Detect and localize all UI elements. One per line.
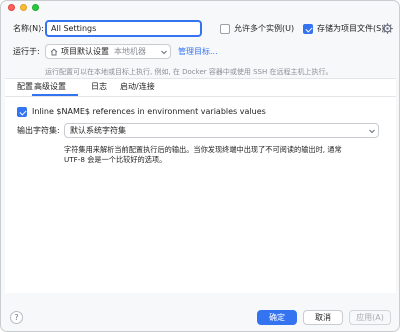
gear-icon[interactable] (382, 23, 393, 34)
tab-logs[interactable]: 日志 (91, 81, 107, 93)
help-button[interactable]: ? (10, 311, 23, 324)
apply-button[interactable]: 应用(A) (349, 310, 391, 325)
store-as-project-file-checkbox[interactable] (303, 24, 313, 34)
home-icon (50, 48, 58, 56)
run-target-dropdown[interactable]: 项目默认设置 本地机器 (45, 44, 171, 59)
title-bar (1, 1, 399, 17)
allow-multiple-label[interactable]: 允许多个实例(U) (234, 23, 294, 35)
tab-startup-connection[interactable]: 启动/连接 (120, 81, 155, 93)
output-charset-description-line2: UTF-8 会是一个比较好的选项。 (64, 155, 167, 164)
run-on-label: 运行于: (13, 47, 40, 56)
cancel-button[interactable]: 取消 (303, 310, 343, 325)
allow-multiple-checkbox[interactable] (220, 24, 230, 34)
run-target-sub-value: 本地机器 (114, 47, 146, 56)
output-charset-dropdown[interactable]: 默认系统字符集 (64, 123, 379, 138)
chevron-down-icon (161, 50, 167, 55)
inline-name-references-label[interactable]: Inline $NAME$ references in environment … (32, 106, 266, 118)
chevron-down-icon (369, 129, 375, 134)
run-configuration-dialog: 名称(N): All Settings 允许多个实例(U) 存储为项目文件(S)… (0, 0, 400, 332)
tab-configuration[interactable]: 配置 (17, 81, 33, 93)
run-on-hint: 运行配置可以在本地或目标上执行, 例如, 在 Docker 容器中或使用 SSH… (45, 68, 333, 76)
close-window-button[interactable] (8, 4, 15, 11)
tab-advanced-settings[interactable]: 高级设置 (34, 81, 66, 93)
name-input[interactable]: All Settings (45, 20, 202, 37)
store-as-project-file-label[interactable]: 存储为项目文件(S) (317, 23, 384, 35)
maximize-window-button[interactable] (32, 4, 39, 11)
output-charset-value: 默认系统字符集 (70, 126, 126, 135)
minimize-window-button[interactable] (20, 4, 27, 11)
inline-name-references-checkbox[interactable] (17, 107, 27, 117)
run-target-value: 项目默认设置 (61, 47, 109, 56)
name-label: 名称(N): (13, 24, 44, 33)
tab-separator (5, 96, 396, 97)
output-charset-label: 输出字符集: (17, 126, 60, 135)
active-tab-indicator (32, 94, 78, 96)
ok-button[interactable]: 确定 (257, 310, 297, 325)
manage-targets-link[interactable]: 管理目标... (178, 46, 218, 58)
